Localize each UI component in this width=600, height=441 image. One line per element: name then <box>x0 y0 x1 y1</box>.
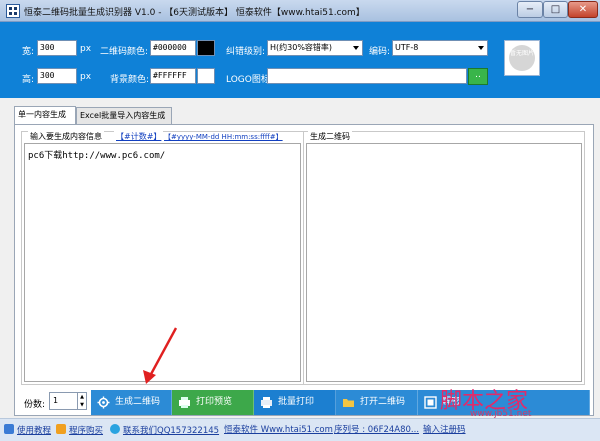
bg-color-label: 背景颜色: <box>110 75 150 85</box>
buy-label: 程序购买 <box>69 426 104 436</box>
generate-qr-label: 生成二维码 <box>115 397 161 407</box>
encoding-value: UTF-8 <box>395 43 419 52</box>
height-unit: px <box>80 72 92 82</box>
settings-panel: 宽: 300 px 高: 300 px 二维码颜色: #000000 背景颜色:… <box>0 22 600 98</box>
minimize-button[interactable]: − <box>517 1 543 18</box>
contact-label: 联系我们QQ157322145 <box>123 426 220 436</box>
batch-print-button[interactable]: 批量打印 <box>254 390 336 415</box>
close-button[interactable]: ✕ <box>568 1 598 18</box>
width-field[interactable]: 300 <box>37 40 77 56</box>
bg-color-field[interactable]: #FFFFFF <box>150 68 196 84</box>
status-bar: 使用教程 程序购买 联系我们QQ157322145 恒泰软件 Www.htai5… <box>0 418 600 441</box>
batch-print-label: 批量打印 <box>278 397 315 407</box>
logo-browse-button[interactable]: .. <box>468 68 488 85</box>
print-preview-label: 打印预览 <box>196 397 233 407</box>
encoding-label: 编码: <box>369 47 391 57</box>
printer-icon <box>261 397 272 408</box>
error-level-label: 纠错级别: <box>226 47 266 57</box>
tab-single-generate[interactable]: 单一内容生成 <box>14 106 76 124</box>
chevron-down-icon <box>478 46 484 50</box>
error-level-select[interactable]: H(约30%容错率) <box>267 40 363 56</box>
error-level-value: H(约30%容错率) <box>270 43 333 52</box>
qr-output-title: 生成二维码 <box>308 131 352 142</box>
help-icon <box>4 424 14 434</box>
qr-color-field[interactable]: #000000 <box>150 40 196 56</box>
print-preview-icon <box>179 397 190 408</box>
logo-path-field[interactable] <box>267 68 467 84</box>
gear-icon <box>97 396 110 409</box>
height-field[interactable]: 300 <box>37 68 77 84</box>
generate-qr-button[interactable]: 生成二维码 <box>91 390 172 415</box>
logo-label: LOGO图标: <box>226 75 273 85</box>
width-unit: px <box>80 44 92 54</box>
tab-excel-batch[interactable]: Excel批量导入内容生成 <box>76 107 172 124</box>
copies-value: 1 <box>53 396 59 405</box>
content-input[interactable]: pc6下载http://www.pc6.com/ <box>24 143 301 382</box>
bg-color-swatch[interactable] <box>197 68 215 84</box>
print-preview-button[interactable]: 打印预览 <box>172 390 254 415</box>
encoding-select[interactable]: UTF-8 <box>392 40 488 56</box>
decode-icon <box>424 396 437 409</box>
height-label: 高: <box>22 75 35 85</box>
tutorial-label: 使用教程 <box>17 426 52 436</box>
register-link[interactable]: 输入注册码 <box>423 424 466 437</box>
title-bar: 恒泰二维码批量生成识别器 V1.0 - 【6天测试版本】 恒泰软件【www.ht… <box>0 0 600 22</box>
app-icon <box>6 4 20 18</box>
qr-color-label: 二维码颜色: <box>100 47 149 57</box>
qr-image-area <box>306 143 582 382</box>
window-title: 恒泰二维码批量生成识别器 V1.0 - 【6天测试版本】 恒泰软件【www.ht… <box>24 8 365 18</box>
folder-icon <box>343 399 354 407</box>
copies-label: 份数: <box>24 400 46 410</box>
stepper-arrows-icon[interactable]: ▲ ▼ <box>77 393 86 409</box>
copies-stepper[interactable]: 1 ▲ ▼ <box>49 392 87 410</box>
buy-link[interactable]: 程序购买 <box>56 424 103 437</box>
qr-color-swatch[interactable] <box>197 40 215 56</box>
site-link[interactable]: 恒泰软件 Www.htai51.com <box>224 424 333 437</box>
date-tag-link[interactable]: 【#yyyy-MM-dd HH:mm:ss:ffff#】 <box>162 132 285 142</box>
chevron-down-icon <box>353 46 359 50</box>
input-group: 输入要生成内容信息 【#计数#】 【#yyyy-MM-dd HH:mm:ss:f… <box>21 131 304 385</box>
input-group-title: 输入要生成内容信息 <box>28 131 104 142</box>
cart-icon <box>56 424 66 434</box>
maximize-button[interactable]: □ <box>543 1 568 18</box>
tutorial-link[interactable]: 使用教程 <box>4 424 51 437</box>
width-label: 宽: <box>22 47 35 57</box>
counter-tag-link[interactable]: 【#计数#】 <box>114 131 164 142</box>
open-qr-label: 打开二维码 <box>360 397 406 407</box>
preview-placeholder: 暂无图片 <box>509 45 535 71</box>
serial-link[interactable]: 序列号 : 06F24A80... <box>334 424 419 437</box>
contact-link[interactable]: 联系我们QQ157322145 <box>110 424 219 437</box>
main-area: 单一内容生成 Excel批量导入内容生成 输入要生成内容信息 【#计数#】 【#… <box>0 98 600 418</box>
qr-output-group: 生成二维码 <box>303 131 585 385</box>
open-qr-button[interactable]: 打开二维码 <box>336 390 418 415</box>
qq-icon <box>110 424 120 434</box>
logo-preview: 暂无图片 <box>504 40 540 76</box>
tab-page: 输入要生成内容信息 【#计数#】 【#yyyy-MM-dd HH:mm:ss:f… <box>14 124 594 416</box>
